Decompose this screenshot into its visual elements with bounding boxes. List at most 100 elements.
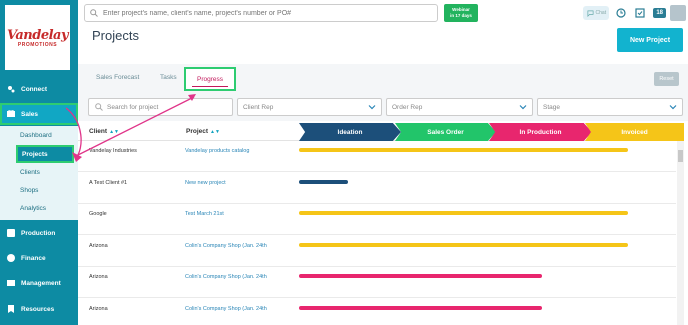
progress-bar <box>299 274 542 278</box>
subnav-item-dashboard[interactable]: Dashboard <box>20 132 52 139</box>
client-cell[interactable]: Google <box>89 211 107 217</box>
chevron-down-icon <box>519 105 527 110</box>
logo-subtext: PROMOTIONS <box>17 41 58 48</box>
stage-label: In Production <box>519 128 562 136</box>
sidebar-item-resources[interactable]: Resources <box>0 298 78 320</box>
chat-label: Chat <box>595 10 607 16</box>
sidebar-item-label: Sales <box>21 110 38 118</box>
table-row[interactable] <box>78 299 676 325</box>
client-cell[interactable]: Arizona <box>89 243 108 249</box>
stage-label: Invoiced <box>621 128 648 136</box>
production-icon <box>7 229 15 237</box>
subnav-item-shops[interactable]: Shops <box>20 187 38 194</box>
table-row[interactable] <box>78 173 676 204</box>
project-link[interactable]: Vandelay products catalog <box>185 148 249 154</box>
scrollbar-thumb[interactable] <box>678 150 683 162</box>
tab-progress-label: Progress <box>196 75 223 83</box>
column-header-label: Project <box>186 128 209 135</box>
logo-text: Vandelay <box>6 27 69 43</box>
stage-invoiced: Invoiced <box>585 123 684 141</box>
client-rep-label: Client Rep <box>243 103 274 111</box>
chat-icon <box>587 10 594 17</box>
tab-progress[interactable]: Progress <box>184 67 236 91</box>
global-search[interactable] <box>84 4 438 22</box>
project-link[interactable]: New new project <box>185 180 226 186</box>
reset-button[interactable]: Reset <box>654 72 679 86</box>
project-link[interactable]: Colin's Company Shop (Jan. 24th <box>185 306 267 312</box>
finance-icon <box>7 254 15 262</box>
progress-bar <box>299 211 628 215</box>
sort-icon: ▲▼ <box>109 129 119 135</box>
column-header-client[interactable]: Client ▲▼ <box>89 128 119 135</box>
table-row[interactable] <box>78 204 676 235</box>
project-link[interactable]: Test March 21st <box>185 211 224 217</box>
webinar-badge[interactable]: Webinar in 17 days <box>444 4 478 22</box>
search-icon <box>90 9 98 17</box>
new-project-button[interactable]: New Project <box>617 28 683 52</box>
sidebar-item-label: Resources <box>21 305 55 313</box>
sidebar-item-label: Connect <box>21 85 47 93</box>
sidebar-item-finance[interactable]: Finance <box>0 247 78 269</box>
stage-ideation: Ideation <box>299 123 401 141</box>
project-search-filter[interactable]: Search for project <box>88 98 233 116</box>
stage-label: Stage <box>543 103 560 111</box>
order-rep-select[interactable]: Order Rep <box>386 98 533 116</box>
subnav-item-projects[interactable]: Projects <box>16 145 74 163</box>
sidebar-item-label: Management <box>21 279 61 287</box>
client-cell[interactable]: A Test Client #1 <box>89 180 127 186</box>
chevron-down-icon <box>669 105 677 110</box>
stage-label: Sales Order <box>427 128 464 136</box>
clock-button[interactable] <box>615 8 626 19</box>
stage-sales-order: Sales Order <box>395 123 496 141</box>
client-cell[interactable]: Vandelay Industries <box>89 148 137 154</box>
sidebar-item-connect[interactable]: Connect <box>0 78 78 100</box>
scrollbar[interactable] <box>677 141 684 325</box>
table-row[interactable] <box>78 236 676 267</box>
sidebar-item-label: Finance <box>21 254 46 262</box>
company-logo[interactable]: Vandelay PROMOTIONS <box>5 5 70 70</box>
subnav-item-clients[interactable]: Clients <box>20 169 40 176</box>
sidebar-item-sales[interactable]: Sales <box>0 103 78 125</box>
table-row[interactable] <box>78 141 676 172</box>
tab-tasks[interactable]: Tasks <box>160 74 177 81</box>
client-cell[interactable]: Arizona <box>89 306 108 312</box>
table-row[interactable] <box>78 267 676 298</box>
tasks-button[interactable] <box>634 8 645 19</box>
connect-icon <box>8 86 15 93</box>
project-link[interactable]: Colin's Company Shop (Jan. 24th <box>185 274 267 280</box>
page-title: Projects <box>92 28 139 43</box>
tab-sales-forecast[interactable]: Sales Forecast <box>96 74 139 81</box>
stage-select[interactable]: Stage <box>537 98 683 116</box>
progress-bar <box>299 148 628 152</box>
column-header-project[interactable]: Project ▲▼ <box>186 128 220 135</box>
stage-label: Ideation <box>337 128 363 136</box>
sidebar-item-production[interactable]: Production <box>0 222 78 244</box>
global-search-input[interactable] <box>103 9 423 17</box>
webinar-sub: in 17 days <box>450 12 472 18</box>
column-header-label: Client <box>89 128 108 135</box>
chevron-down-icon <box>368 105 376 110</box>
subnav-item-analytics[interactable]: Analytics <box>20 205 46 212</box>
order-rep-label: Order Rep <box>392 103 423 111</box>
chat-button[interactable]: Chat <box>583 6 610 20</box>
project-search-placeholder: Search for project <box>107 103 159 111</box>
project-link[interactable]: Colin's Company Shop (Jan. 24th <box>185 243 267 249</box>
sidebar-item-management[interactable]: Management <box>0 272 78 294</box>
sales-icon <box>7 110 15 117</box>
stage-in-production: In Production <box>489 123 592 141</box>
progress-bar <box>299 242 628 247</box>
sidebar-item-label: Production <box>21 229 56 237</box>
checklist-icon <box>635 8 645 18</box>
sidebar: Vandelay PROMOTIONS Connect Sales Dashbo… <box>0 0 78 325</box>
notification-badge[interactable]: 18 <box>653 8 666 18</box>
clock-icon <box>616 8 626 18</box>
progress-bar <box>299 305 542 310</box>
header-icons: Chat 18 <box>583 4 688 22</box>
progress-bar <box>299 179 348 184</box>
client-rep-select[interactable]: Client Rep <box>237 98 382 116</box>
resources-icon <box>8 305 14 313</box>
search-icon <box>95 103 103 111</box>
avatar[interactable] <box>670 5 686 21</box>
client-cell[interactable]: Arizona <box>89 274 108 280</box>
sort-icon: ▲▼ <box>210 129 220 135</box>
